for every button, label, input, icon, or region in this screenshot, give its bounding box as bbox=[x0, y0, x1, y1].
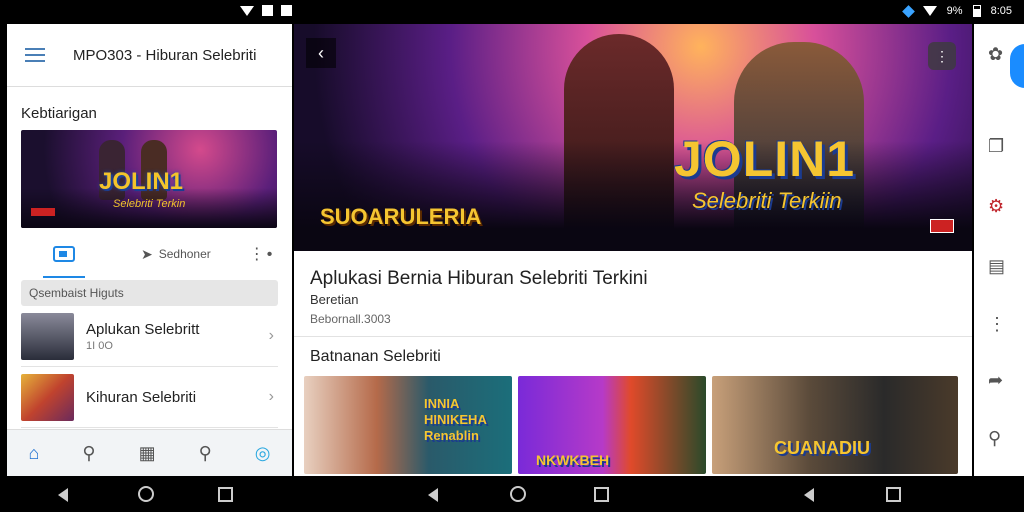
search-input[interactable]: Qsembaist Higuts bbox=[21, 280, 278, 306]
related-card[interactable]: CUANADIU bbox=[712, 376, 958, 474]
list-item[interactable]: Kihuran Selebriti › bbox=[21, 367, 278, 428]
related-card-text: INNIA HINIKEHA Renablin bbox=[424, 396, 487, 443]
clock: 8:05 bbox=[990, 5, 1012, 17]
notification-icon bbox=[262, 5, 273, 16]
related-card-text: NKWKBEH bbox=[536, 452, 610, 468]
gear-icon[interactable]: ⚙ bbox=[988, 196, 1004, 217]
news-icon[interactable]: ▦ bbox=[139, 443, 156, 464]
search-icon[interactable]: ⚲ bbox=[988, 428, 1001, 449]
list-item[interactable]: Aplukan Selebritt 1I 0O › bbox=[21, 306, 278, 367]
related-card-text: CUANADIU bbox=[774, 438, 870, 458]
list-item-title: Aplukan Selebritt bbox=[86, 320, 200, 338]
hero-left-text: SUOARULERIA bbox=[320, 204, 482, 229]
active-tab-indicator bbox=[43, 276, 85, 278]
featured-banner[interactable]: JOLIN1 Selebriti Terkin bbox=[21, 130, 277, 228]
tab-bar: ➤ Sedhoner ⋮• bbox=[7, 234, 292, 274]
settings-icon[interactable]: ✿ bbox=[988, 44, 1003, 65]
left-panel: MPO303 - Hiburan Selebriti Kebtiarigan J… bbox=[7, 24, 292, 476]
hero-badge bbox=[930, 219, 954, 233]
article-panel: SUOARULERIA JOLIN1 Selebriti Terkiin ‹ ⋮… bbox=[294, 24, 972, 476]
hero-image: SUOARULERIA JOLIN1 Selebriti Terkiin ‹ ⋮ bbox=[294, 24, 972, 251]
chevron-left-icon: ‹ bbox=[318, 43, 324, 63]
more-options-button[interactable]: ⋮ bbox=[928, 42, 956, 70]
compass-icon[interactable]: ◎ bbox=[255, 443, 271, 464]
share-icon[interactable]: ➦ bbox=[988, 370, 1003, 391]
home-icon[interactable] bbox=[510, 486, 526, 502]
wifi-icon bbox=[922, 6, 937, 16]
battery-icon bbox=[972, 5, 981, 17]
hero-crowd bbox=[294, 141, 972, 251]
related-card[interactable]: INNIA HINIKEHA Renablin bbox=[304, 376, 512, 474]
list-item-title: Kihuran Selebriti bbox=[86, 388, 197, 406]
copy-icon[interactable]: ❐ bbox=[988, 136, 1004, 157]
back-icon[interactable] bbox=[58, 488, 68, 502]
back-icon[interactable] bbox=[804, 488, 814, 502]
data-saver-icon bbox=[901, 4, 915, 18]
section-title: Kebtiarigan bbox=[21, 105, 97, 122]
banner-badge bbox=[31, 208, 55, 216]
system-navigation-bar bbox=[0, 476, 1024, 512]
status-left-icons bbox=[240, 5, 292, 16]
related-section-title: Batnanan Selebriti bbox=[310, 348, 441, 365]
tab-secondary[interactable]: ➤ Sedhoner bbox=[141, 246, 211, 263]
recents-icon[interactable] bbox=[886, 487, 901, 502]
home-icon[interactable] bbox=[138, 486, 154, 502]
home-icon[interactable]: ⌂ bbox=[29, 443, 40, 464]
tab-secondary-label: Sedhoner bbox=[158, 247, 211, 261]
search-icon[interactable]: ⚲ bbox=[82, 443, 95, 464]
related-card[interactable]: NKWKBEH bbox=[518, 376, 706, 474]
tab-more[interactable]: ⋮• bbox=[249, 244, 275, 264]
chevron-right-icon: › bbox=[268, 327, 274, 344]
article-title: Aplukasi Bernia Hiburan Selebriti Terkin… bbox=[310, 268, 648, 289]
document-icon[interactable]: ▤ bbox=[988, 256, 1005, 277]
menu-icon[interactable] bbox=[25, 48, 45, 62]
recents-icon[interactable] bbox=[594, 487, 609, 502]
banner-subtitle: Selebriti Terkin bbox=[113, 198, 186, 210]
more-vertical-icon: ⋮ bbox=[935, 48, 949, 64]
back-button[interactable]: ‹ bbox=[306, 38, 336, 68]
chevron-right-icon: › bbox=[268, 388, 274, 405]
status-bar: 9% 8:05 bbox=[0, 0, 1024, 24]
floating-action-button[interactable] bbox=[1010, 44, 1024, 88]
tab-news-icon[interactable] bbox=[53, 246, 75, 262]
more-vertical-icon[interactable]: ⋮ bbox=[988, 314, 1006, 335]
divider bbox=[294, 336, 972, 337]
search-icon[interactable]: ⚲ bbox=[199, 443, 212, 464]
hero-subtitle: Selebriti Terkiin bbox=[692, 188, 842, 213]
status-right-icons: 9% 8:05 bbox=[901, 4, 1012, 18]
related-cards: INNIA HINIKEHA Renablin NKWKBEH CUANADIU bbox=[304, 376, 964, 474]
app-header: MPO303 - Hiburan Selebriti bbox=[7, 24, 292, 87]
hero-title: JOLIN1 bbox=[674, 131, 856, 187]
notification-icon bbox=[281, 5, 292, 16]
wifi-icon bbox=[240, 5, 254, 16]
app-title: MPO303 - Hiburan Selebriti bbox=[73, 46, 257, 64]
list-item-thumbnail bbox=[21, 373, 74, 421]
list-item-subtitle: 1I 0O bbox=[86, 339, 113, 352]
article-category: Beretian bbox=[310, 292, 359, 307]
pin-icon: ➤ bbox=[141, 245, 153, 262]
list-item-thumbnail bbox=[21, 312, 74, 360]
battery-percent: 9% bbox=[946, 5, 963, 17]
banner-logo-text: JOLIN1 bbox=[99, 168, 184, 195]
recents-icon[interactable] bbox=[218, 487, 233, 502]
article-source: Bebornall.3003 bbox=[310, 312, 391, 326]
right-action-rail: ✿ ❐ ⚙ ▤ ⋮ ➦ ⚲ bbox=[974, 24, 1024, 476]
bottom-navigation: ⌂ ⚲ ▦ ⚲ ◎ bbox=[7, 429, 292, 476]
back-icon[interactable] bbox=[428, 488, 438, 502]
